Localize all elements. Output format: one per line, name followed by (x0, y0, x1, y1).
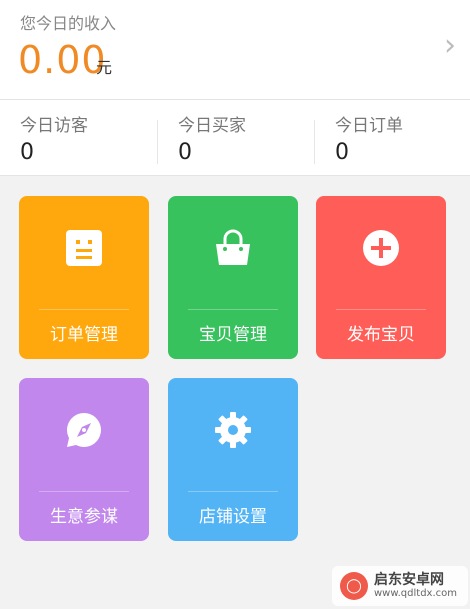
watermark-title: 启东安卓网 (374, 572, 444, 588)
watermark-url: www.qdltdx.com (374, 588, 457, 599)
stat-orders[interactable]: 今日订单 0 (315, 100, 470, 176)
stat-visitors-label: 今日访客 (20, 116, 88, 136)
tile-divider (39, 309, 129, 310)
stat-visitors[interactable]: 今日访客 0 (0, 100, 156, 176)
stat-visitors-value: 0 (20, 140, 34, 165)
order-list-icon (66, 230, 102, 266)
store-settings-tile[interactable]: 店铺设置 (168, 378, 298, 541)
shopping-bag-icon (216, 229, 250, 265)
income-unit: 元 (96, 58, 113, 77)
stat-buyers[interactable]: 今日买家 0 (158, 100, 314, 176)
goods-management-label: 宝贝管理 (199, 325, 267, 345)
publish-goods-tile[interactable]: 发布宝贝 (316, 196, 446, 359)
site-watermark: ◯ 启东安卓网 www.qdltdx.com (332, 566, 468, 606)
stat-buyers-label: 今日买家 (178, 116, 246, 136)
gear-icon (215, 412, 251, 448)
income-label: 您今日的收入 (20, 14, 117, 33)
stat-orders-value: 0 (335, 140, 349, 165)
store-settings-label: 店铺设置 (199, 507, 267, 527)
business-advisor-label: 生意参谋 (50, 507, 118, 527)
tile-divider (39, 491, 129, 492)
compass-icon (66, 413, 101, 447)
chevron-right-icon[interactable]: › (444, 28, 456, 63)
tile-divider (188, 491, 278, 492)
stats-row: 今日访客 0 今日买家 0 今日订单 0 (0, 100, 470, 176)
watermark-logo: ◯ (340, 572, 368, 600)
tile-divider (336, 309, 426, 310)
tile-divider (188, 309, 278, 310)
order-management-label: 订单管理 (50, 325, 118, 345)
publish-goods-label: 发布宝贝 (347, 325, 415, 345)
income-card[interactable]: 您今日的收入 0.00 元 › (0, 0, 470, 100)
goods-management-tile[interactable]: 宝贝管理 (168, 196, 298, 359)
stat-buyers-value: 0 (178, 140, 192, 165)
stat-orders-label: 今日订单 (335, 116, 403, 136)
income-amount: 0.00 (18, 38, 107, 82)
order-management-tile[interactable]: 订单管理 (19, 196, 149, 359)
business-advisor-tile[interactable]: 生意参谋 (19, 378, 149, 541)
plus-circle-icon (363, 230, 399, 266)
